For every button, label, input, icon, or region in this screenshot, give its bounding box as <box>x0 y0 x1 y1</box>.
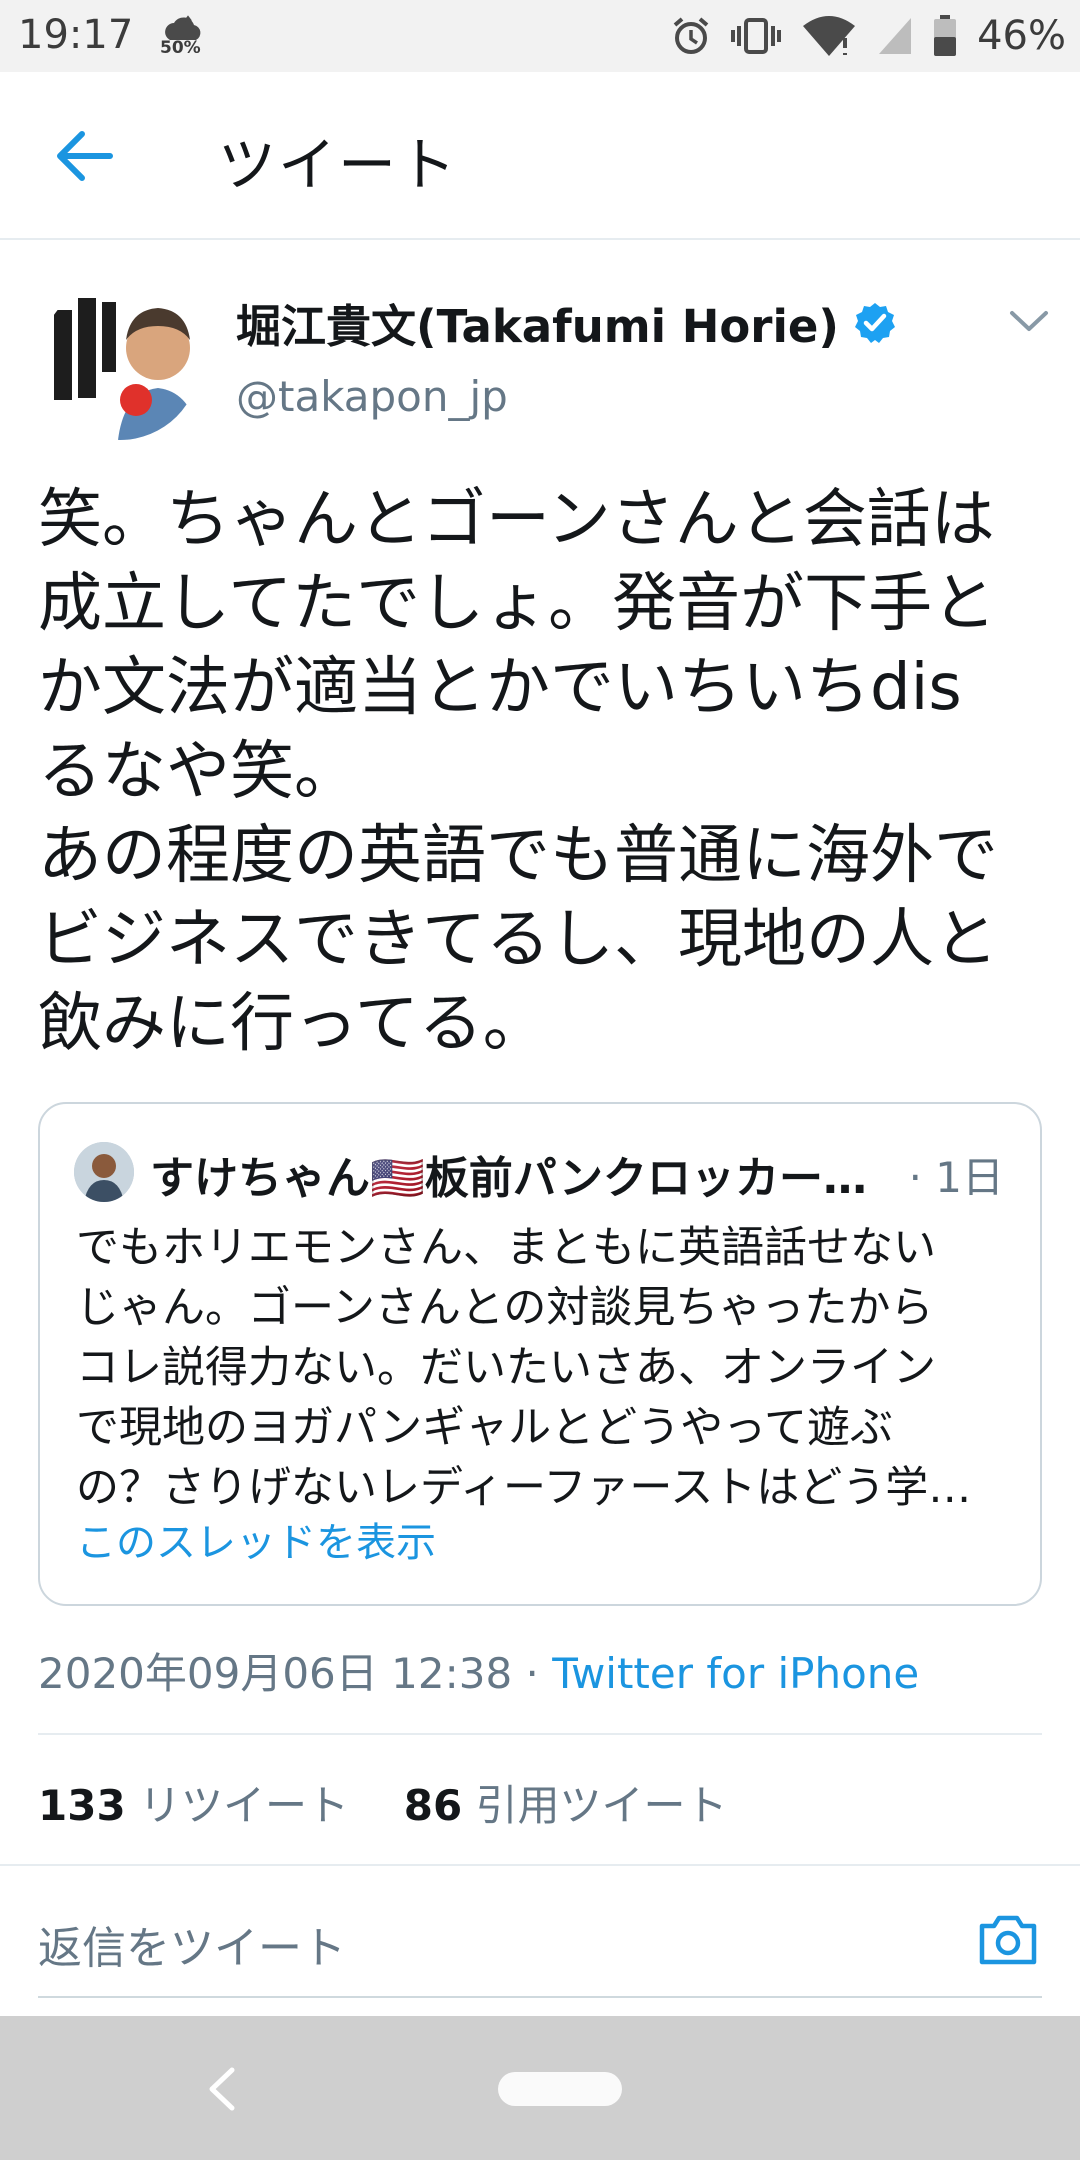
verified-badge-icon <box>855 302 895 343</box>
author-name-row[interactable]: 堀江貴文(Takafumi Horie) <box>236 290 897 355</box>
wifi-icon <box>803 16 856 56</box>
tweet-meta: 2020年09月06日 12:38 · Twitter for iPhone <box>38 1640 919 1701</box>
page-title: ツイート <box>218 131 459 199</box>
status-icons: 46% <box>671 10 1066 62</box>
vibrate-icon <box>731 18 782 54</box>
nav-back-icon[interactable] <box>204 2064 240 2114</box>
battery-icon <box>934 15 957 56</box>
nav-home-pill[interactable] <box>498 2072 622 2106</box>
quoted-author-name: すけちゃん🇺🇸板前パンクロッカー … <box>150 1153 870 1204</box>
author-name[interactable]: 堀江貴文(Takafumi Horie) <box>236 290 839 355</box>
weather-percent: 50% <box>160 38 201 58</box>
reply-underline <box>38 1996 1042 1998</box>
quotes-label: 引用ツイート <box>462 1781 728 1830</box>
reply-input[interactable]: 返信をツイート <box>38 1912 346 1976</box>
author-handle[interactable]: @takapon_jp <box>236 372 508 421</box>
quoted-tweet-time: · 1日 <box>908 1153 1004 1202</box>
tweet-source-link[interactable]: Twitter for iPhone <box>552 1649 919 1698</box>
avatar-image <box>40 280 200 440</box>
top-app-bar: ツイート <box>0 72 1080 240</box>
battery-percent: 46% <box>977 13 1066 59</box>
chevron-down-icon[interactable] <box>1008 305 1050 335</box>
tweet-text: 笑。ちゃんとゴーンさんと会話は 成立してたでしょ。発音が下手と か文法が適当とか… <box>38 483 998 1061</box>
retweets-count: 133 <box>38 1781 126 1830</box>
system-nav-bar <box>0 2016 1080 2160</box>
camera-icon[interactable] <box>976 1910 1040 1968</box>
quoted-author-avatar <box>74 1142 134 1202</box>
tweet-stats: 133 リツイート 86 引用ツイート <box>38 1772 728 1833</box>
quotes-count: 86 <box>403 1781 463 1830</box>
retweets-stat[interactable]: 133 リツイート <box>38 1781 349 1830</box>
status-bar: 19:17 50% 46% <box>0 0 1080 72</box>
show-thread-link[interactable]: このスレッドを表示 <box>76 1510 436 1568</box>
divider <box>38 1733 1042 1735</box>
divider <box>0 1864 1080 1866</box>
meta-separator: · <box>512 1649 553 1698</box>
signal-icon <box>879 18 912 54</box>
quotes-stat[interactable]: 86 引用ツイート <box>404 1781 728 1830</box>
retweets-label: リツイート <box>125 1781 350 1830</box>
quoted-tweet-text: でもホリエモンさん、まともに英語話せない じゃん。ゴーンさんとの対談見ちゃったか… <box>76 1223 972 1513</box>
author-avatar[interactable] <box>40 280 200 440</box>
back-arrow-icon[interactable] <box>50 124 120 188</box>
status-time: 19:17 <box>18 12 134 58</box>
tweet-datetime[interactable]: 2020年09月06日 12:38 <box>38 1649 512 1698</box>
quoted-tweet-card[interactable]: すけちゃん🇺🇸板前パンクロッカー … · 1日 でもホリエモンさん、まともに英語… <box>38 1102 1042 1606</box>
alarm-icon <box>673 17 709 54</box>
quoted-avatar-image <box>74 1142 134 1202</box>
